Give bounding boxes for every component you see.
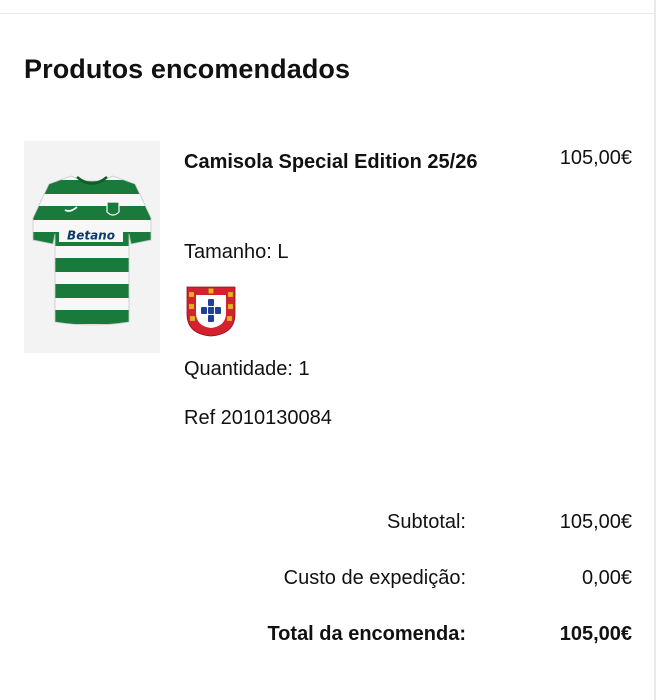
order-total-value: 105,00€ <box>559 623 632 645</box>
product-quantity: Quantidade: 1 <box>184 358 310 380</box>
subtotal-value: 105,00€ <box>559 511 632 533</box>
product-size: Tamanho: L <box>184 241 289 263</box>
order-total-row: Total da encomenda: 105,00€ <box>0 623 656 651</box>
shipping-label: Custo de expedição: <box>283 567 466 589</box>
subtotal-row: Subtotal: 105,00€ <box>0 511 656 539</box>
section-title: Produtos encomendados <box>24 54 351 84</box>
portugal-coat-of-arms-badge <box>186 286 236 337</box>
subtotal-label: Subtotal: <box>387 511 466 533</box>
product-price: 105,00€ <box>559 147 632 169</box>
svg-text:Betano: Betano <box>67 229 115 243</box>
shipping-value: 0,00€ <box>581 567 632 589</box>
product-reference: Ref 2010130084 <box>184 407 332 429</box>
product-image[interactable]: Betano <box>24 141 160 353</box>
top-divider <box>0 13 656 14</box>
jersey-image: Betano <box>32 175 152 326</box>
order-total-label: Total da encomenda: <box>267 623 466 645</box>
product-name[interactable]: Camisola Special Edition 25/26 <box>184 144 484 181</box>
shipping-row: Custo de expedição: 0,00€ <box>0 567 656 595</box>
